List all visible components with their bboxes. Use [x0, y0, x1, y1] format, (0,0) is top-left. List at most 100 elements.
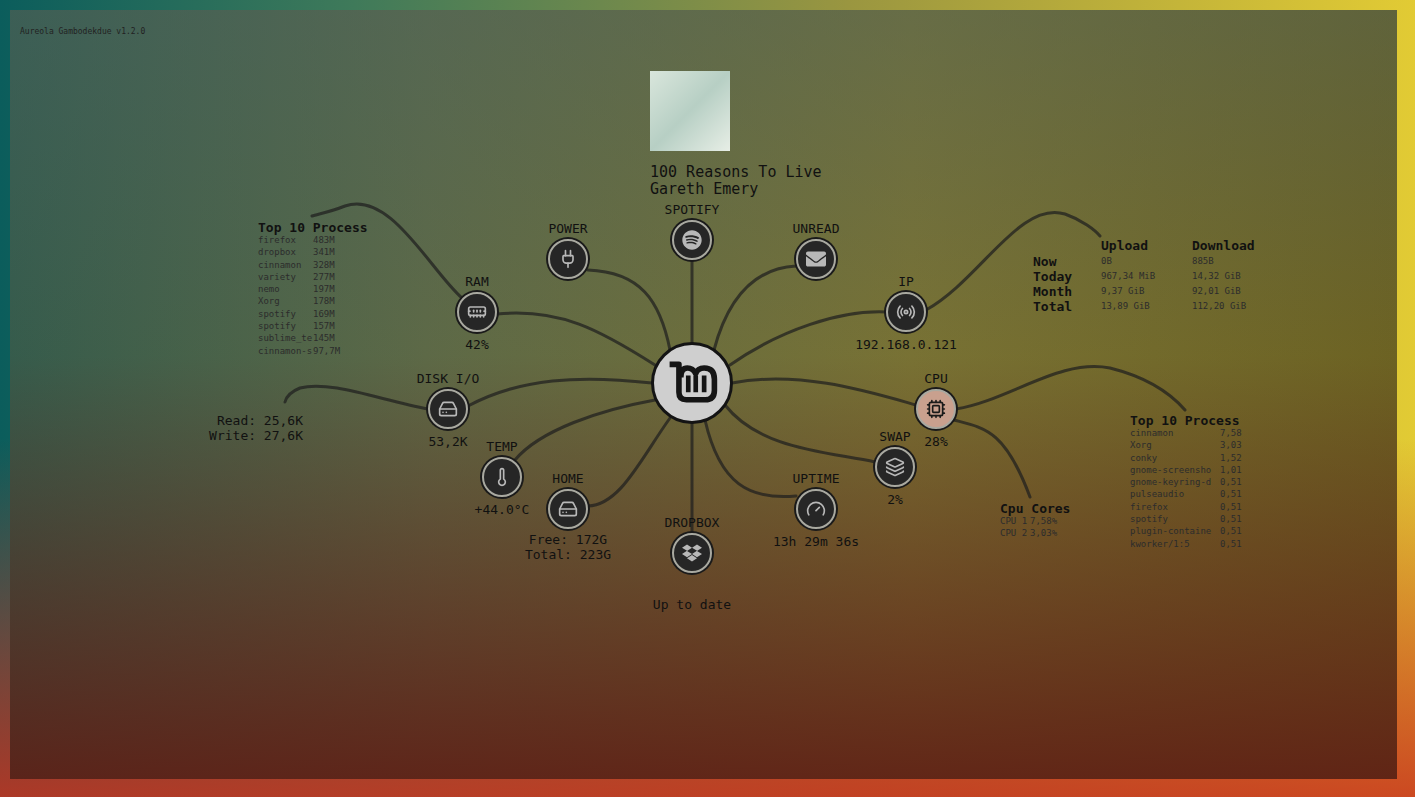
node-label: SPOTIFY: [665, 202, 720, 218]
node-circle: [672, 220, 712, 260]
node-value: Total: 223G: [525, 547, 611, 562]
node-value: 13h 29m 36s: [773, 534, 859, 549]
process-value: 1,01: [1220, 464, 1242, 476]
network-download: 14,32 GiB: [1192, 269, 1255, 284]
process-value: 0,51: [1220, 525, 1242, 537]
node-value: Free: 172G: [529, 532, 607, 547]
node-circle: [886, 292, 926, 332]
swap-icon: [885, 457, 905, 477]
monitor-node: DISK I/O53,2K: [368, 371, 528, 449]
hub: [651, 342, 733, 424]
process-value: 1,52: [1220, 452, 1242, 464]
process-value: 7,58: [1220, 427, 1242, 439]
node-label: IP: [898, 274, 914, 290]
node-label: SWAP: [879, 429, 910, 445]
node-value: 28%: [924, 434, 947, 449]
process-name: kworker/1:5: [1130, 538, 1220, 550]
process-name: cinnamon-s: [258, 345, 313, 357]
cpu-cores-panel: Cpu CoresCPU 17,58%CPU 23,03%: [1000, 501, 1070, 540]
node-value: 192.168.0.121: [855, 337, 957, 352]
process-name: dropbox: [258, 246, 313, 258]
core-value: 3,03%: [1030, 527, 1070, 539]
node-label: DROPBOX: [665, 515, 720, 531]
memory-process-panel: Top 10 Processfirefox483Mdropbox341M cinn…: [258, 220, 368, 357]
node-value: 42%: [465, 337, 488, 352]
home-drive-icon: [558, 499, 578, 519]
node-label: UNREAD: [793, 221, 840, 237]
node-value: Up to date: [653, 597, 731, 612]
cpu-process-panel: Top 10 Processcinnamon7,58Xorg3,03conky1…: [1130, 413, 1242, 550]
ram-icon: [467, 302, 487, 322]
monitor-node: POWER: [488, 221, 648, 279]
process-name: gnome-screensho: [1130, 464, 1220, 476]
node-circle: [482, 457, 522, 497]
disk-write: Write: 27,6K: [209, 428, 303, 443]
process-name: variety: [258, 271, 313, 283]
node-label: DISK I/O: [417, 371, 480, 387]
network-upload: 967,34 MiB: [1101, 269, 1192, 284]
process-name: Xorg: [258, 295, 313, 307]
node-label: UPTIME: [793, 471, 840, 487]
network-icon: [896, 302, 916, 322]
process-value: 341M: [313, 246, 368, 258]
monitor-node: DROPBOX Up to date: [612, 515, 772, 612]
disk-icon: [438, 399, 458, 419]
process-value: 0,51: [1220, 476, 1242, 488]
process-name: plugin-containe: [1130, 525, 1220, 537]
monitor-node: IP 192.168.0.121: [826, 274, 986, 352]
process-name: gnome-keyring-d: [1130, 476, 1220, 488]
album-art: [650, 71, 730, 151]
node-circle: [916, 389, 956, 429]
process-name: firefox: [258, 234, 313, 246]
process-name: spotify: [1130, 513, 1220, 525]
process-value: 0,51: [1220, 488, 1242, 500]
core-name: CPU 2: [1000, 527, 1030, 539]
network-row-label: Today: [1033, 269, 1101, 284]
song-title: 100 Reasons To Live: [650, 164, 822, 181]
process-value: 145M: [313, 332, 368, 344]
panel-title: Top 10 Process: [1130, 413, 1242, 429]
panel-title: Cpu Cores: [1000, 501, 1070, 517]
desktop: Aureola Gambodekdue v1.2.0 100 Reasons To…: [0, 0, 1415, 797]
network-table: UploadDownloadNow0B885BToday967,34 MiB14…: [1033, 238, 1255, 314]
network-row-label: Month: [1033, 284, 1101, 299]
process-value: 277M: [313, 271, 368, 283]
monitor-node: SPOTIFY: [612, 202, 772, 260]
process-value: 328M: [313, 259, 368, 271]
process-value: 157M: [313, 320, 368, 332]
conky-version: Aureola Gambodekdue v1.2.0: [20, 27, 145, 37]
process-value: 0,51: [1220, 501, 1242, 513]
gauge-icon: [806, 499, 826, 519]
monitor-node: RAM42%: [397, 274, 557, 352]
spotify-icon: [682, 230, 702, 250]
node-value: 2%: [887, 492, 903, 507]
core-name: CPU 1: [1000, 515, 1030, 527]
panel-title: Top 10 Process: [258, 220, 368, 236]
song-artist: Gareth Emery: [650, 181, 822, 198]
linux-mint-logo-icon: [664, 355, 720, 411]
process-name: conky: [1130, 452, 1220, 464]
monitor-node: HOME Free: 172GTotal: 223G: [488, 471, 648, 562]
thermometer-icon: [492, 467, 512, 487]
network-upload: 13,89 GiB: [1101, 299, 1192, 314]
process-value: 0,51: [1220, 513, 1242, 525]
network-download: 92,01 GiB: [1192, 284, 1255, 299]
node-value: +44.0°C: [475, 502, 530, 517]
monitor-node: SWAP 2%: [815, 429, 975, 507]
process-name: cinnamon: [1130, 427, 1220, 439]
process-value: 483M: [313, 234, 368, 246]
monitor-node: UNREAD: [736, 221, 896, 279]
process-name: sublime_te: [258, 332, 313, 344]
process-name: firefox: [1130, 501, 1220, 513]
process-value: 0,51: [1220, 538, 1242, 550]
node-label: POWER: [548, 221, 587, 237]
process-name: Xorg: [1130, 439, 1220, 451]
node-circle: [796, 489, 836, 529]
node-circle: [796, 239, 836, 279]
network-row-label: Total: [1033, 299, 1101, 314]
node-label: HOME: [552, 471, 583, 487]
network-column: Download: [1192, 238, 1255, 254]
network-column: Upload: [1101, 238, 1192, 254]
node-circle: [428, 389, 468, 429]
dropbox-icon: [682, 543, 702, 563]
